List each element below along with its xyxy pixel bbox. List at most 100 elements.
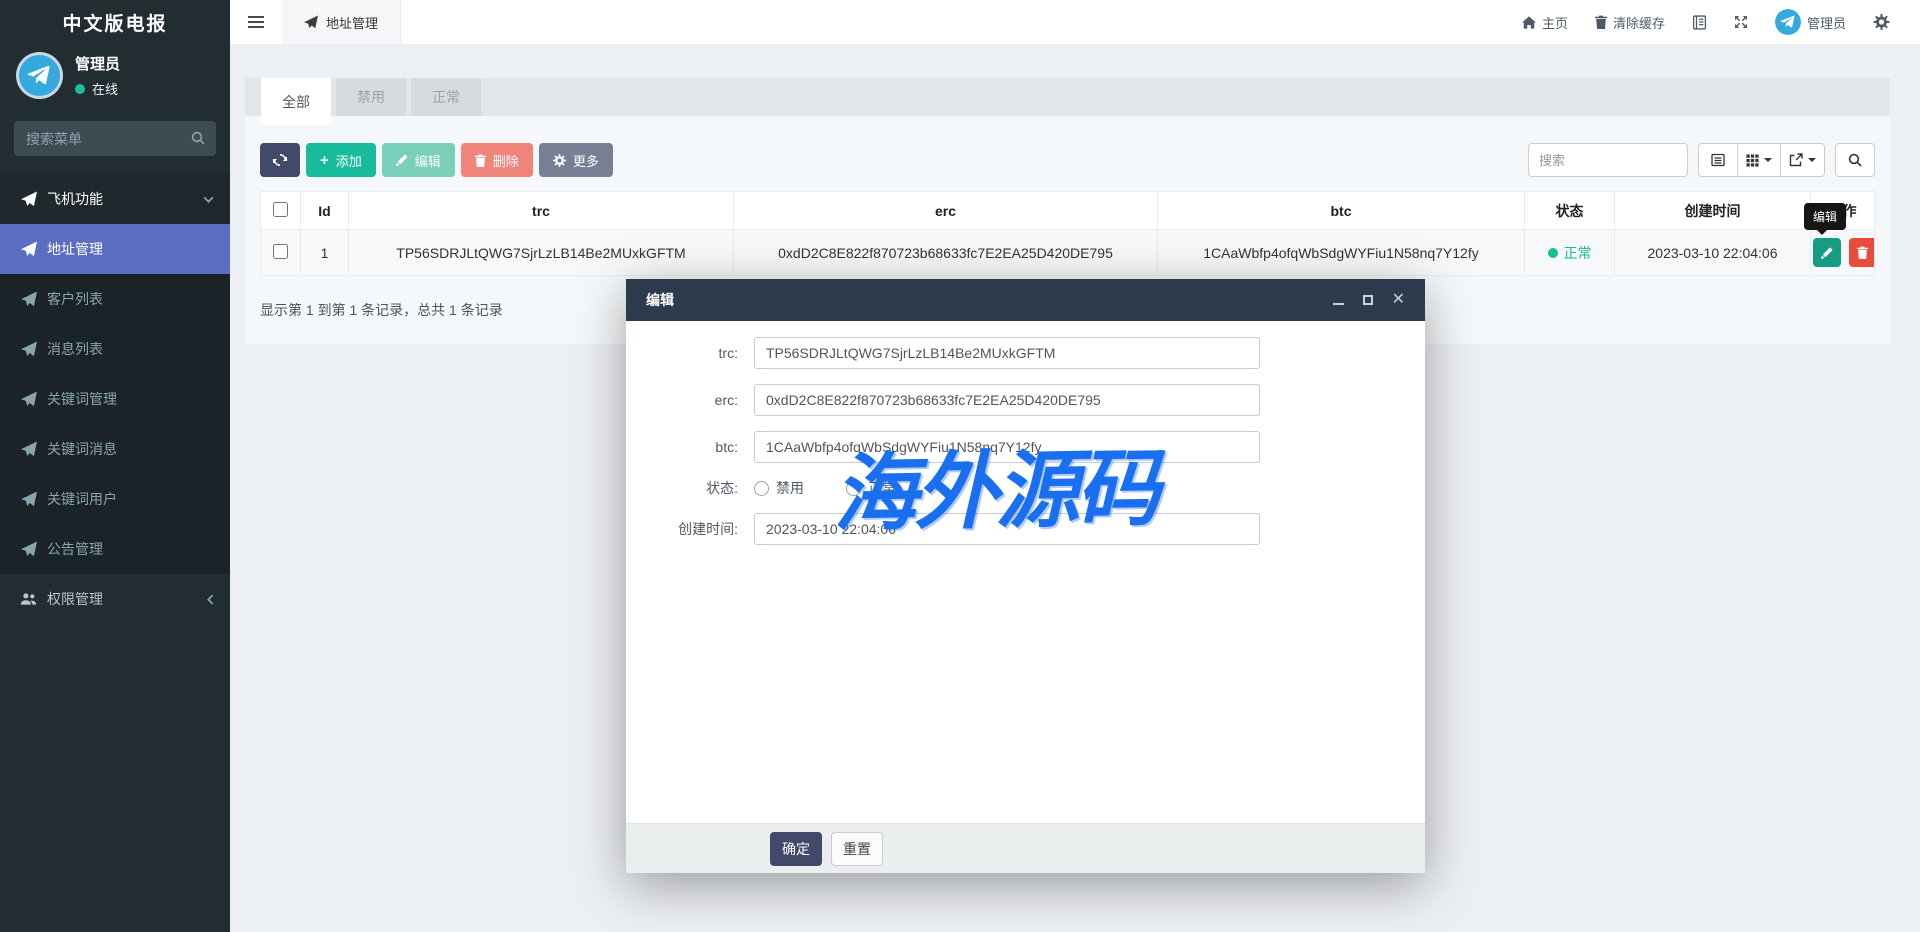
trash-icon [1595, 15, 1607, 29]
trash-icon [475, 154, 486, 167]
pencil-icon [1821, 247, 1833, 259]
cell-erc: 0xdD2C8E822f870723b68633fc7E2EA25D420DE7… [734, 230, 1158, 276]
tab-address-management[interactable]: 地址管理 [282, 0, 401, 44]
sidebar-item-announcement-management[interactable]: 公告管理 [0, 524, 230, 574]
list-icon [1711, 153, 1725, 167]
created-field[interactable] [754, 513, 1260, 545]
refresh-icon [273, 153, 287, 167]
avatar [1775, 9, 1801, 35]
sidebar-item-permission-management[interactable]: 权限管理 [0, 574, 230, 624]
hamburger-menu-icon[interactable] [230, 0, 282, 44]
sidebar-item-message-list[interactable]: 消息列表 [0, 324, 230, 374]
app-title: 中文版电报 [0, 0, 230, 44]
status-radio-disabled[interactable]: 禁用 [754, 478, 804, 498]
table-search-input[interactable] [1528, 143, 1688, 177]
erc-field[interactable] [754, 384, 1260, 416]
table-row[interactable]: 1 TP56SDRJLtQWG7SjrLzLB14Be2MUxkGFTM 0xd… [261, 230, 1875, 276]
erc-label: erc: [626, 392, 754, 408]
sidebar-item-keyword-management[interactable]: 关键词管理 [0, 374, 230, 424]
clear-cache-link[interactable]: 清除缓存 [1595, 13, 1665, 32]
search-icon[interactable] [191, 131, 205, 150]
row-delete-button[interactable] [1849, 238, 1875, 267]
cell-created: 2023-03-10 22:04:06 [1615, 230, 1811, 276]
row-edit-button[interactable] [1813, 238, 1841, 267]
btc-field[interactable] [754, 431, 1260, 463]
cell-trc: TP56SDRJLtQWG7SjrLzLB14Be2MUxkGFTM [349, 230, 734, 276]
status-dot [1548, 248, 1558, 258]
sidebar-item-keyword-message[interactable]: 关键词消息 [0, 424, 230, 474]
status-label: 状态: [626, 478, 754, 498]
reset-button[interactable]: 重置 [831, 832, 883, 866]
log-notebook-icon[interactable] [1692, 15, 1707, 30]
tab-disabled[interactable]: 禁用 [336, 78, 406, 116]
edit-tooltip: 编辑 [1804, 203, 1846, 230]
cell-status: 正常 [1525, 230, 1615, 276]
column-header-id[interactable]: Id [301, 192, 349, 230]
columns-button[interactable] [1738, 143, 1781, 177]
form-row-btc: btc: [626, 431, 1425, 463]
confirm-button[interactable]: 确定 [770, 832, 822, 866]
toolbar: + 添加 编辑 删除 更多 [260, 143, 1875, 177]
home-link[interactable]: 主页 [1522, 13, 1568, 32]
form-row-status: 状态: 禁用 正常 [626, 478, 1425, 498]
pagination-switch-button[interactable] [1698, 143, 1738, 177]
sidebar-item-address-management[interactable]: 地址管理 [0, 224, 230, 274]
select-all-checkbox[interactable] [273, 202, 288, 217]
btc-label: btc: [626, 439, 754, 455]
user-status: 在线 [75, 79, 120, 98]
paper-plane-icon [20, 491, 37, 507]
sidebar-search [14, 121, 216, 156]
trc-field[interactable] [754, 337, 1260, 369]
top-navbar: 地址管理 主页 清除缓存 [230, 0, 1920, 45]
paper-plane-icon [20, 191, 37, 207]
close-icon[interactable]: ✕ [1392, 292, 1405, 308]
column-header-trc[interactable]: trc [349, 192, 734, 230]
paper-plane-icon [20, 291, 37, 307]
radio-icon[interactable] [754, 481, 769, 496]
delete-button[interactable]: 删除 [461, 143, 533, 177]
modal-header[interactable]: 编辑 ✕ [626, 279, 1425, 321]
row-checkbox[interactable] [273, 244, 288, 259]
sidebar-item-keyword-user[interactable]: 关键词用户 [0, 474, 230, 524]
column-header-status[interactable]: 状态 [1525, 192, 1615, 230]
sidebar-item-customer-list[interactable]: 客户列表 [0, 274, 230, 324]
home-icon [1522, 16, 1536, 29]
trash-icon [1857, 246, 1868, 259]
paper-plane-icon [20, 391, 37, 407]
edit-button[interactable]: 编辑 [382, 143, 455, 177]
tab-normal[interactable]: 正常 [411, 78, 481, 116]
maximize-icon[interactable] [1363, 295, 1373, 305]
minimize-icon[interactable] [1333, 303, 1344, 305]
cell-id: 1 [301, 230, 349, 276]
sidebar-search-input[interactable] [14, 121, 216, 156]
address-table: Id trc erc btc 状态 创建时间 操作 1 [260, 191, 1875, 276]
tab-all[interactable]: 全部 [261, 78, 331, 125]
table-header-row: Id trc erc btc 状态 创建时间 操作 [261, 192, 1875, 230]
telegram-icon [1775, 9, 1801, 35]
table-view-buttons [1698, 143, 1825, 177]
status-radio-normal[interactable]: 正常 [846, 478, 896, 498]
fullscreen-icon[interactable] [1734, 15, 1748, 29]
paper-plane-icon [20, 541, 37, 557]
form-row-trc: trc: [626, 337, 1425, 369]
sidebar-item-flight-functions[interactable]: 飞机功能 [0, 174, 230, 224]
gear-icon [553, 154, 566, 167]
refresh-button[interactable] [260, 143, 300, 177]
export-button[interactable] [1781, 143, 1825, 177]
plus-icon: + [320, 152, 329, 169]
user-menu[interactable]: 管理员 [1775, 9, 1846, 35]
radio-icon[interactable] [846, 481, 861, 496]
paper-plane-icon [20, 341, 37, 357]
caret-down-icon [1808, 158, 1816, 162]
more-button[interactable]: 更多 [539, 143, 613, 177]
column-header-btc[interactable]: btc [1158, 192, 1525, 230]
online-dot [75, 84, 85, 94]
search-button[interactable] [1835, 143, 1875, 177]
column-header-erc[interactable]: erc [734, 192, 1158, 230]
settings-cogs-icon[interactable] [1873, 14, 1890, 30]
column-header-created[interactable]: 创建时间 [1615, 192, 1811, 230]
search-icon [1848, 153, 1862, 167]
modal-footer: 确定 重置 [626, 823, 1425, 873]
add-button[interactable]: + 添加 [306, 143, 376, 177]
edit-modal: 编辑 ✕ trc: erc: btc: 状态: 禁用 正常 [626, 279, 1425, 873]
